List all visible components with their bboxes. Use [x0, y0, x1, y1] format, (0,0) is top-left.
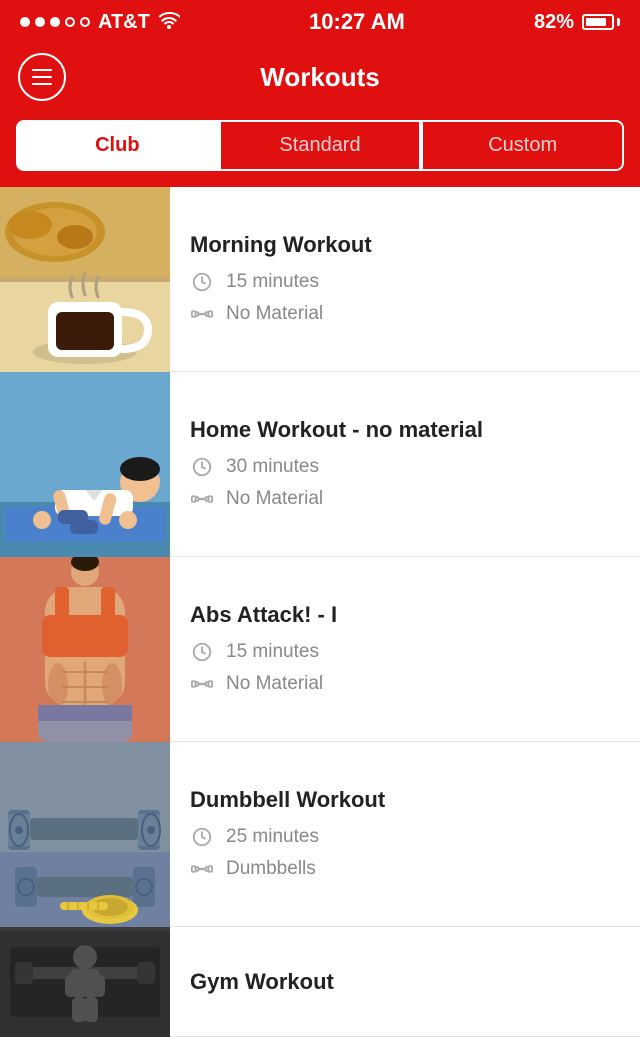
workout-name-dumbbell: Dumbbell Workout — [190, 787, 620, 813]
abs-thumb-image — [0, 557, 170, 742]
material-label-morning: No Material — [226, 303, 323, 325]
battery-icon — [582, 14, 620, 30]
signal-dot-5 — [80, 17, 90, 27]
material-label-dumbbell: Dumbbells — [226, 858, 316, 880]
workout-thumb-morning — [0, 187, 170, 372]
material-row-morning: No Material — [190, 302, 620, 326]
duration-label-dumbbell: 25 minutes — [226, 826, 319, 848]
clock-icon-abs — [190, 640, 214, 664]
hamburger-icon — [32, 69, 52, 85]
tab-club[interactable]: Club — [16, 120, 219, 171]
duration-label-abs: 15 minutes — [226, 641, 319, 663]
workout-meta-dumbbell: 25 minutes Dumbbells — [190, 825, 620, 881]
duration-row-morning: 15 minutes — [190, 270, 620, 294]
carrier-label: AT&T — [98, 11, 150, 34]
signal-dot-2 — [35, 17, 45, 27]
workout-thumb-abs — [0, 557, 170, 742]
equipment-icon-home — [190, 487, 214, 511]
equipment-icon — [190, 302, 214, 326]
duration-row-home: 30 minutes — [190, 455, 620, 479]
material-label-abs: No Material — [226, 673, 323, 695]
tab-custom[interactable]: Custom — [421, 120, 624, 171]
gym-thumb-image — [0, 927, 170, 1037]
status-bar: AT&T 10:27 AM 82% — [0, 0, 640, 44]
tab-bar: Club Standard Custom — [0, 110, 640, 187]
material-row-dumbbell: Dumbbells — [190, 857, 620, 881]
duration-row-dumbbell: 25 minutes — [190, 825, 620, 849]
workout-name-morning: Morning Workout — [190, 232, 620, 258]
material-label-home: No Material — [226, 488, 323, 510]
wifi-icon — [158, 11, 180, 34]
signal-dots — [20, 17, 90, 27]
duration-row-abs: 15 minutes — [190, 640, 620, 664]
equipment-icon-abs — [190, 672, 214, 696]
clock: 10:27 AM — [309, 9, 405, 35]
page-title: Workouts — [260, 62, 379, 93]
clock-icon-home — [190, 455, 214, 479]
material-row-home: No Material — [190, 487, 620, 511]
workout-thumb-gym — [0, 927, 170, 1037]
home-thumb-image — [0, 372, 170, 557]
workout-meta-morning: 15 minutes No Material — [190, 270, 620, 326]
duration-label-morning: 15 minutes — [226, 271, 319, 293]
battery-percent: 82% — [534, 11, 574, 34]
workout-item-home[interactable]: Home Workout - no material 30 minutes — [0, 372, 640, 557]
workout-info-dumbbell: Dumbbell Workout 25 minutes — [170, 742, 640, 926]
workout-thumb-home — [0, 372, 170, 557]
workout-name-abs: Abs Attack! - I — [190, 602, 620, 628]
workout-name-gym: Gym Workout — [190, 969, 620, 995]
material-row-abs: No Material — [190, 672, 620, 696]
workout-name-home: Home Workout - no material — [190, 417, 620, 443]
menu-button[interactable] — [18, 53, 66, 101]
workout-meta-home: 30 minutes No Material — [190, 455, 620, 511]
equipment-icon-dumbbell — [190, 857, 214, 881]
workout-info-morning: Morning Workout 15 minutes — [170, 187, 640, 371]
workout-item-dumbbell[interactable]: Dumbbell Workout 25 minutes — [0, 742, 640, 927]
signal-dot-1 — [20, 17, 30, 27]
workout-info-abs: Abs Attack! - I 15 minutes — [170, 557, 640, 741]
clock-icon-dumbbell — [190, 825, 214, 849]
workout-item-abs[interactable]: Abs Attack! - I 15 minutes — [0, 557, 640, 742]
signal-dot-4 — [65, 17, 75, 27]
dumbbell-thumb-image — [0, 742, 170, 927]
status-right: 82% — [534, 11, 620, 34]
workout-item-morning[interactable]: Morning Workout 15 minutes — [0, 187, 640, 372]
workout-meta-abs: 15 minutes No Material — [190, 640, 620, 696]
status-left: AT&T — [20, 11, 180, 34]
workout-info-gym: Gym Workout — [170, 927, 640, 1037]
workout-thumb-dumbbell — [0, 742, 170, 927]
tab-standard[interactable]: Standard — [219, 120, 422, 171]
duration-label-home: 30 minutes — [226, 456, 319, 478]
workout-item-gym[interactable]: Gym Workout — [0, 927, 640, 1037]
workout-list: Morning Workout 15 minutes — [0, 187, 640, 1037]
signal-dot-3 — [50, 17, 60, 27]
clock-icon — [190, 270, 214, 294]
workout-info-home: Home Workout - no material 30 minutes — [170, 372, 640, 556]
morning-thumb-image — [0, 187, 170, 372]
app-header: Workouts — [0, 44, 640, 110]
